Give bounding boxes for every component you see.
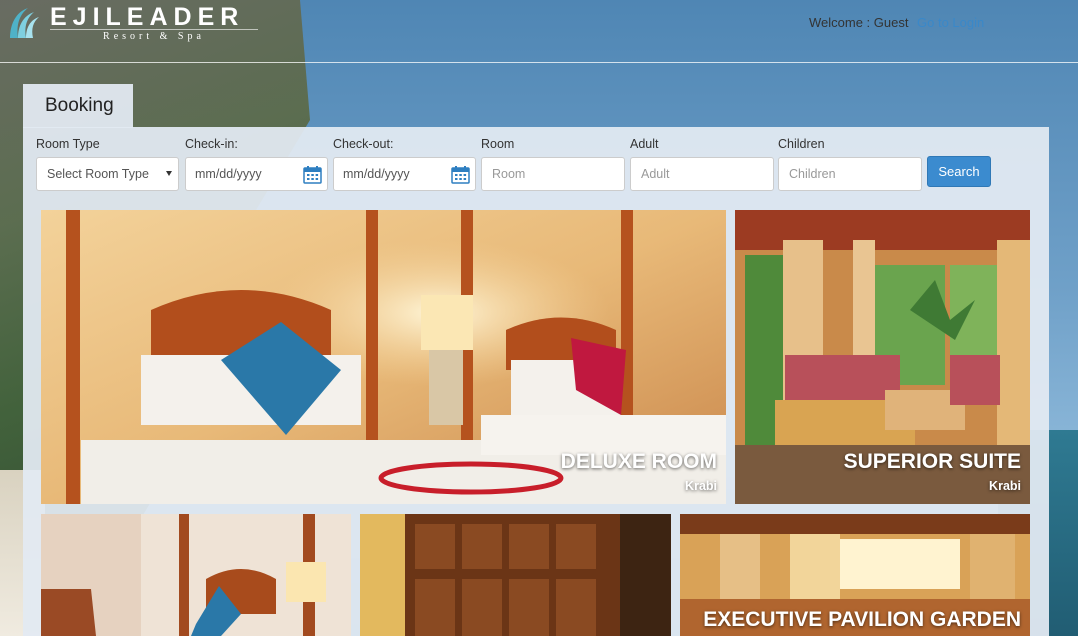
check-in-input[interactable]: mm/dd/yyyy <box>185 157 328 191</box>
login-link[interactable]: Go to Login <box>917 15 984 30</box>
adult-placeholder: Adult <box>641 167 670 181</box>
adult-field: Adult Adult <box>630 137 774 191</box>
site-header: EJILEADER Resort & Spa Welcome : Guest G… <box>0 0 1078 64</box>
room-card-3[interactable] <box>41 514 351 636</box>
children-placeholder: Children <box>789 167 836 181</box>
wave-logo-icon <box>10 8 39 38</box>
tab-booking[interactable]: Booking <box>23 84 133 128</box>
room-count-placeholder: Room <box>492 167 526 181</box>
room-title: DELUXE ROOM <box>560 450 717 473</box>
adult-input[interactable]: Adult <box>630 157 774 191</box>
room-card-superior[interactable]: SUPERIOR SUITE Krabi <box>735 210 1030 504</box>
check-out-label: Check-out: <box>333 137 394 151</box>
adult-label: Adult <box>630 137 659 151</box>
header-divider <box>0 62 1078 63</box>
room-count-label: Room <box>481 137 515 151</box>
calendar-icon[interactable] <box>303 165 322 184</box>
room-type-field: Room Type Select Room Type <box>36 137 179 191</box>
brand-logo[interactable]: EJILEADER Resort & Spa <box>6 4 258 42</box>
check-in-field: Check-in: mm/dd/yyyy <box>185 137 328 191</box>
room-count-input[interactable]: Room <box>481 157 625 191</box>
room-location: Krabi <box>989 479 1021 493</box>
room-title: SUPERIOR SUITE <box>843 450 1021 473</box>
room-type-value: Select Room Type <box>47 167 149 181</box>
room-photo <box>360 514 671 636</box>
children-input[interactable]: Children <box>778 157 922 191</box>
room-title: EXECUTIVE PAVILION GARDEN <box>703 608 1021 631</box>
room-type-label: Room Type <box>36 137 100 151</box>
check-out-field: Check-out: mm/dd/yyyy <box>333 137 476 191</box>
check-in-label: Check-in: <box>185 137 238 151</box>
check-out-value: mm/dd/yyyy <box>343 167 410 181</box>
room-location: Krabi <box>685 479 717 493</box>
room-type-select[interactable]: Select Room Type <box>36 157 179 191</box>
calendar-icon[interactable] <box>451 165 470 184</box>
caret-down-icon <box>166 171 172 176</box>
room-card-executive[interactable]: EXECUTIVE PAVILION GARDEN <box>680 514 1030 636</box>
children-label: Children <box>778 137 825 151</box>
room-card-deluxe[interactable]: DELUXE ROOM Krabi <box>41 210 726 504</box>
search-button[interactable]: Search <box>927 156 991 187</box>
check-out-input[interactable]: mm/dd/yyyy <box>333 157 476 191</box>
children-field: Children Children <box>778 137 922 191</box>
room-photo <box>41 514 351 636</box>
brand-name: EJILEADER <box>50 3 245 31</box>
check-in-value: mm/dd/yyyy <box>195 167 262 181</box>
welcome-text: Welcome : Guest <box>809 15 909 30</box>
room-count-field: Room Room <box>481 137 625 191</box>
room-card-4[interactable] <box>360 514 671 636</box>
